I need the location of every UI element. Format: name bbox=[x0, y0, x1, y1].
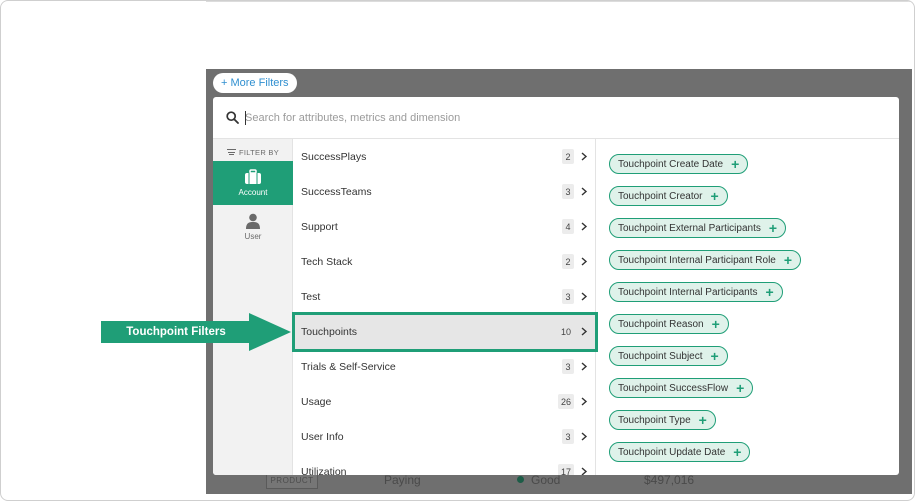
plus-icon[interactable]: + bbox=[766, 285, 774, 299]
attribute-label: Touchpoint Internal Participants bbox=[618, 286, 758, 298]
chevron-right-icon bbox=[581, 432, 588, 441]
plus-icon[interactable]: + bbox=[711, 189, 719, 203]
category-count: 2 bbox=[562, 149, 574, 164]
attribute-label: Touchpoint Reason bbox=[618, 318, 704, 330]
chevron-right-icon bbox=[581, 397, 588, 406]
attribute-chip[interactable]: Touchpoint Creator + bbox=[609, 186, 728, 206]
background-amount: $497,016 bbox=[644, 473, 695, 487]
attribute-chip[interactable]: Touchpoint Reason + bbox=[609, 314, 729, 334]
attribute-label: Touchpoint Type bbox=[618, 414, 691, 426]
category-label: SuccessPlays bbox=[301, 150, 367, 163]
chevron-right-icon bbox=[581, 292, 588, 301]
filter-by-rail: FILTER BY Account User bbox=[213, 139, 293, 475]
chevron-right-icon bbox=[581, 467, 588, 475]
category-count: 3 bbox=[562, 289, 574, 304]
plus-icon[interactable]: + bbox=[731, 157, 739, 171]
attribute-chip[interactable]: Touchpoint Create Date + bbox=[609, 154, 749, 174]
category-item-successplays[interactable]: SuccessPlays 2 bbox=[293, 139, 595, 174]
attribute-chip[interactable]: Touchpoint Update Date + bbox=[609, 442, 751, 462]
category-count: 17 bbox=[557, 464, 574, 475]
attribute-label: Touchpoint Subject bbox=[618, 350, 703, 362]
attribute-label: Touchpoint SuccessFlow bbox=[618, 382, 729, 394]
chevron-right-icon bbox=[581, 152, 588, 161]
search-input[interactable] bbox=[245, 108, 845, 128]
attribute-chip[interactable]: Touchpoint Type + bbox=[609, 410, 716, 430]
plus-icon[interactable]: + bbox=[699, 413, 707, 427]
attribute-label: Touchpoint Update Date bbox=[618, 446, 726, 458]
category-label: User Info bbox=[301, 430, 344, 443]
category-label: Support bbox=[301, 220, 338, 233]
category-label: Usage bbox=[301, 395, 332, 408]
top-divider bbox=[206, 1, 914, 2]
category-item-user-info[interactable]: User Info 3 bbox=[293, 419, 595, 454]
attribute-label: Touchpoint External Participants bbox=[618, 222, 761, 234]
rail-item-label: Account bbox=[238, 188, 268, 197]
background-health: Good bbox=[531, 473, 561, 487]
category-label: Utilization bbox=[301, 465, 347, 476]
category-label: Tech Stack bbox=[301, 255, 353, 268]
briefcase-icon bbox=[245, 169, 261, 184]
category-count: 26 bbox=[557, 394, 574, 409]
attribute-label: Touchpoint Internal Participant Role bbox=[618, 254, 776, 266]
person-icon bbox=[246, 213, 260, 229]
screenshot-frame: PRODUCT Paying Good $497,016 + More Filt… bbox=[0, 0, 915, 501]
category-item-successteams[interactable]: SuccessTeams 3 bbox=[293, 174, 595, 209]
chevron-right-icon bbox=[581, 257, 588, 266]
category-count: 3 bbox=[562, 429, 574, 444]
background-health-dot bbox=[517, 476, 524, 483]
plus-icon[interactable]: + bbox=[712, 317, 720, 331]
category-list: SuccessPlays 2 SuccessTeams 3 Support 4 … bbox=[293, 139, 596, 475]
attribute-label: Touchpoint Creator bbox=[618, 190, 703, 202]
plus-icon[interactable]: + bbox=[769, 221, 777, 235]
attribute-label: Touchpoint Create Date bbox=[618, 158, 724, 170]
category-count: 2 bbox=[562, 254, 574, 269]
attribute-chip[interactable]: Touchpoint SuccessFlow + bbox=[609, 378, 754, 398]
chevron-right-icon bbox=[581, 187, 588, 196]
attribute-chip[interactable]: Touchpoint Internal Participant Role + bbox=[609, 250, 802, 270]
plus-icon[interactable]: + bbox=[784, 253, 792, 267]
category-count: 3 bbox=[562, 184, 574, 199]
plus-icon[interactable]: + bbox=[711, 349, 719, 363]
filter-modal: FILTER BY Account User bbox=[213, 97, 899, 475]
more-filters-button[interactable]: + More Filters bbox=[213, 73, 297, 93]
category-item-test[interactable]: Test 3 bbox=[293, 279, 595, 314]
rail-item-label: User bbox=[244, 232, 262, 241]
category-item-usage[interactable]: Usage 26 bbox=[293, 384, 595, 419]
text-caret bbox=[245, 111, 246, 125]
rail-item-user[interactable]: User bbox=[213, 205, 293, 249]
category-item-trials-self-service[interactable]: Trials & Self-Service 3 bbox=[293, 349, 595, 384]
annotation-label: Touchpoint Filters bbox=[101, 321, 251, 343]
category-item-utilization[interactable]: Utilization 17 bbox=[293, 454, 595, 476]
filter-by-heading: FILTER BY bbox=[213, 145, 293, 159]
category-count: 3 bbox=[562, 359, 574, 374]
background-stage: Paying bbox=[384, 473, 421, 487]
annotation-arrow: Touchpoint Filters bbox=[101, 313, 291, 351]
chevron-right-icon bbox=[581, 222, 588, 231]
filter-lines-icon bbox=[226, 148, 236, 157]
category-count: 4 bbox=[562, 219, 574, 234]
chevron-right-icon bbox=[581, 362, 588, 371]
attribute-list: Touchpoint Create Date + Touchpoint Creat… bbox=[597, 139, 899, 475]
attribute-chip[interactable]: Touchpoint Internal Participants + bbox=[609, 282, 783, 302]
category-label: Trials & Self-Service bbox=[301, 360, 396, 373]
category-label: SuccessTeams bbox=[301, 185, 372, 198]
plus-icon[interactable]: + bbox=[736, 381, 744, 395]
category-item-support[interactable]: Support 4 bbox=[293, 209, 595, 244]
attribute-chip[interactable]: Touchpoint Subject + bbox=[609, 346, 728, 366]
search-icon bbox=[226, 111, 239, 124]
touchpoints-highlight-box bbox=[292, 312, 598, 352]
arrow-head-icon bbox=[249, 313, 291, 351]
attribute-chip[interactable]: Touchpoint External Participants + bbox=[609, 218, 787, 238]
rail-item-account[interactable]: Account bbox=[213, 161, 293, 205]
search-row bbox=[213, 97, 899, 139]
category-item-tech-stack[interactable]: Tech Stack 2 bbox=[293, 244, 595, 279]
filter-by-label: FILTER BY bbox=[238, 147, 280, 157]
category-label: Test bbox=[301, 290, 321, 303]
plus-icon[interactable]: + bbox=[733, 445, 741, 459]
